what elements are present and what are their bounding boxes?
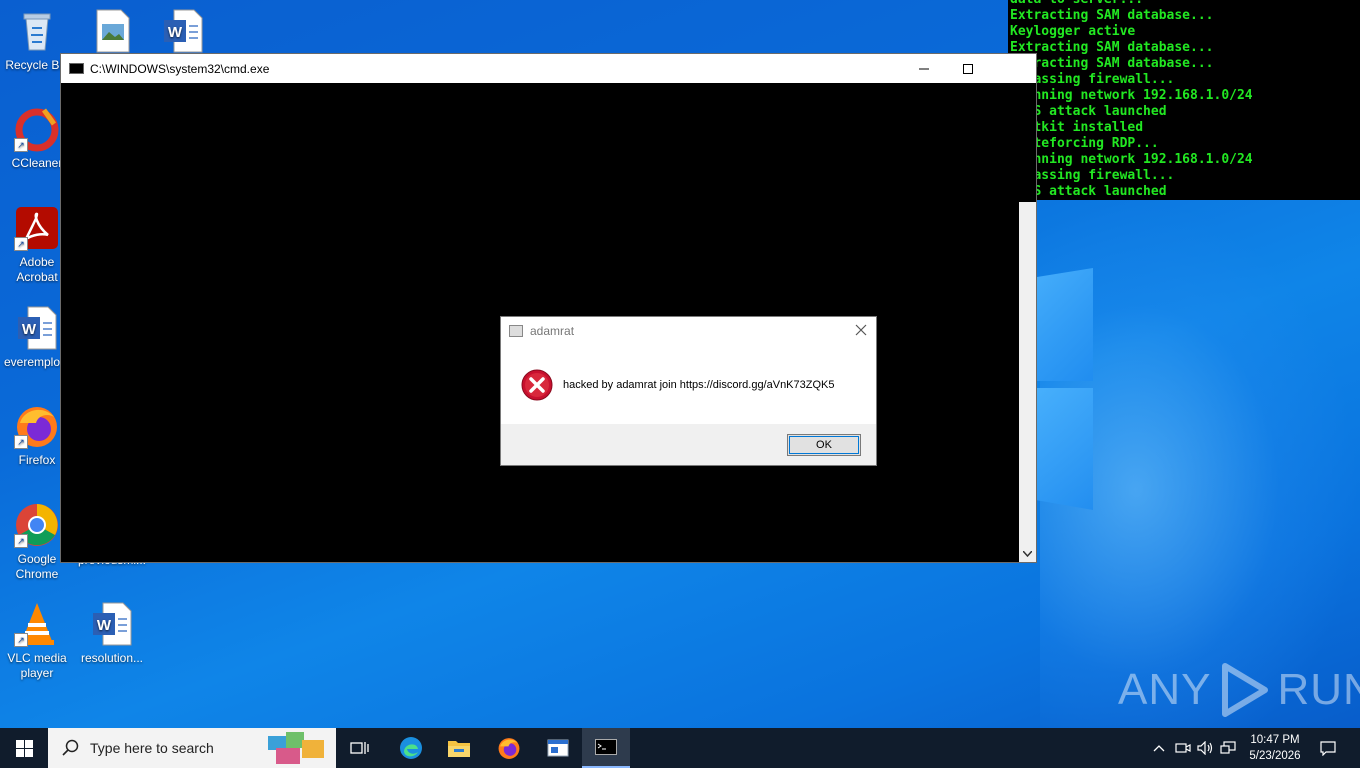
volume-icon xyxy=(1197,741,1213,755)
adobe-acrobat-icon: ↗ xyxy=(14,205,60,251)
overlay-line: data to server... xyxy=(1008,0,1360,8)
taskbar-app-window[interactable] xyxy=(534,728,582,768)
overlay-line: Extracting SAM database... xyxy=(1010,8,1214,23)
desktop-icon-resolution[interactable]: W resolution... xyxy=(75,601,149,666)
app-window-icon xyxy=(547,739,569,757)
action-center-button[interactable] xyxy=(1314,728,1342,768)
task-view-button[interactable] xyxy=(336,728,384,768)
shortcut-arrow-icon: ↗ xyxy=(14,633,28,647)
start-button[interactable] xyxy=(0,728,48,768)
overlay-line: Scanning network 192.168.1.0/24 xyxy=(1010,88,1253,103)
desktop-icon-label: Adobe Acrobat xyxy=(16,255,58,284)
ccleaner-icon: ↗ xyxy=(14,106,60,152)
desktop-icon-word-document[interactable]: W xyxy=(146,8,220,58)
cmd-window[interactable]: C:\WINDOWS\system32\cmd.exe xyxy=(60,53,1037,563)
taskbar-edge[interactable] xyxy=(387,728,435,768)
svg-text:W: W xyxy=(168,24,183,41)
desktop-icon-image-file[interactable] xyxy=(75,8,149,58)
dialog-close-button[interactable] xyxy=(854,323,868,337)
cmd-scrollbar[interactable] xyxy=(1019,202,1036,562)
overlay-line: Bypassing firewall... xyxy=(1010,72,1175,87)
overlay-line: DDoS attack launched xyxy=(1010,104,1167,119)
dialog-message: hacked by adamrat join https://discord.g… xyxy=(563,379,835,391)
overlay-line: Extracting SAM database... xyxy=(1010,40,1214,55)
overlay-line: Keylogger active xyxy=(1010,24,1136,39)
tray-meet-now[interactable] xyxy=(1172,728,1194,768)
ok-button[interactable]: OK xyxy=(787,434,861,456)
search-highlight-puzzle-icon xyxy=(268,732,324,764)
shortcut-arrow-icon: ↗ xyxy=(14,534,28,548)
clock-date: 5/23/2026 xyxy=(1249,750,1301,762)
dialog-title: adamrat xyxy=(530,324,575,338)
error-dialog[interactable]: adamrat hacked by adamrat join https://d… xyxy=(500,316,877,466)
desktop-icon-label: VLC media player xyxy=(7,651,67,680)
cmd-icon xyxy=(69,63,84,74)
taskbar: Type here to search 10:47 PM 5/23/2026 xyxy=(0,728,1360,768)
svg-text:W: W xyxy=(97,617,112,634)
file-explorer-icon xyxy=(448,741,470,757)
scroll-down-icon[interactable] xyxy=(1022,549,1033,560)
taskbar-firefox[interactable] xyxy=(485,728,533,768)
firefox-icon: ↗ xyxy=(14,403,60,449)
notification-icon xyxy=(1320,740,1336,756)
word-document-icon: W xyxy=(89,601,135,647)
svg-text:W: W xyxy=(22,321,37,338)
minimize-button[interactable] xyxy=(901,54,947,83)
vlc-icon: ↗ xyxy=(14,601,60,647)
word-document-icon: W xyxy=(160,8,206,54)
cmd-icon xyxy=(595,739,617,755)
edge-icon xyxy=(400,737,422,759)
watermark-left: ANY xyxy=(1118,665,1212,714)
desktop-icon-label: resolution... xyxy=(80,651,144,665)
anyrun-watermark: ANY RUN xyxy=(1118,660,1360,720)
show-hidden-icons-button[interactable] xyxy=(1148,728,1170,768)
image-file-icon xyxy=(89,8,135,54)
watermark-right: RUN xyxy=(1277,665,1360,714)
dialog-footer: OK xyxy=(501,424,876,465)
shortcut-arrow-icon: ↗ xyxy=(14,138,28,152)
maximize-button[interactable] xyxy=(945,54,991,83)
overlay-line: DDoS attack launched xyxy=(1010,184,1167,199)
firefox-icon xyxy=(498,738,520,759)
cmd-window-title: C:\WINDOWS\system32\cmd.exe xyxy=(90,61,270,76)
overlay-line: Extracting SAM database... xyxy=(1010,56,1214,71)
word-document-icon: W xyxy=(14,305,60,351)
taskbar-clock[interactable]: 10:47 PM 5/23/2026 xyxy=(1236,728,1314,768)
desktop-icon-label: Firefox xyxy=(18,453,56,467)
chevron-up-icon xyxy=(1153,745,1165,752)
desktop-icon-label: Google Chrome xyxy=(15,552,59,581)
play-logo-icon xyxy=(1222,663,1269,717)
desktop-icon-label: CCleaner xyxy=(11,156,63,170)
taskbar-file-explorer[interactable] xyxy=(435,728,483,768)
maximize-icon xyxy=(963,63,973,74)
recycle-bin-icon xyxy=(14,8,60,54)
search-placeholder: Type here to search xyxy=(90,740,214,756)
taskbar-search-box[interactable]: Type here to search xyxy=(48,728,336,768)
task-view-icon xyxy=(350,742,369,754)
app-window-icon xyxy=(509,325,523,337)
taskbar-cmd[interactable] xyxy=(582,728,630,768)
cmd-title-bar[interactable]: C:\WINDOWS\system32\cmd.exe xyxy=(61,54,1036,83)
tray-volume[interactable] xyxy=(1195,728,1217,768)
shortcut-arrow-icon: ↗ xyxy=(14,237,28,251)
clock-time: 10:47 PM xyxy=(1250,734,1300,746)
overlay-line: Scanning network 192.168.1.0/24 xyxy=(1010,152,1253,167)
minimize-icon xyxy=(919,68,929,69)
desktop-icon-vlc[interactable]: ↗ VLC media player xyxy=(0,601,74,681)
error-icon xyxy=(521,369,553,401)
shortcut-arrow-icon: ↗ xyxy=(14,435,28,449)
windows-start-icon xyxy=(15,739,33,757)
camera-icon xyxy=(1175,743,1191,753)
overlay-line: Bruteforcing RDP... xyxy=(1010,136,1159,151)
network-icon xyxy=(1220,741,1236,754)
overlay-line: Bypassing firewall... xyxy=(1010,168,1175,183)
dialog-title-bar[interactable]: adamrat xyxy=(501,317,876,345)
overlay-line: Rootkit installed xyxy=(1010,120,1144,135)
hacker-text-overlay: data to server... Extracting SAM databas… xyxy=(1008,0,1360,200)
close-icon xyxy=(855,324,867,336)
chrome-icon: ↗ xyxy=(14,502,60,548)
search-icon xyxy=(62,739,79,756)
